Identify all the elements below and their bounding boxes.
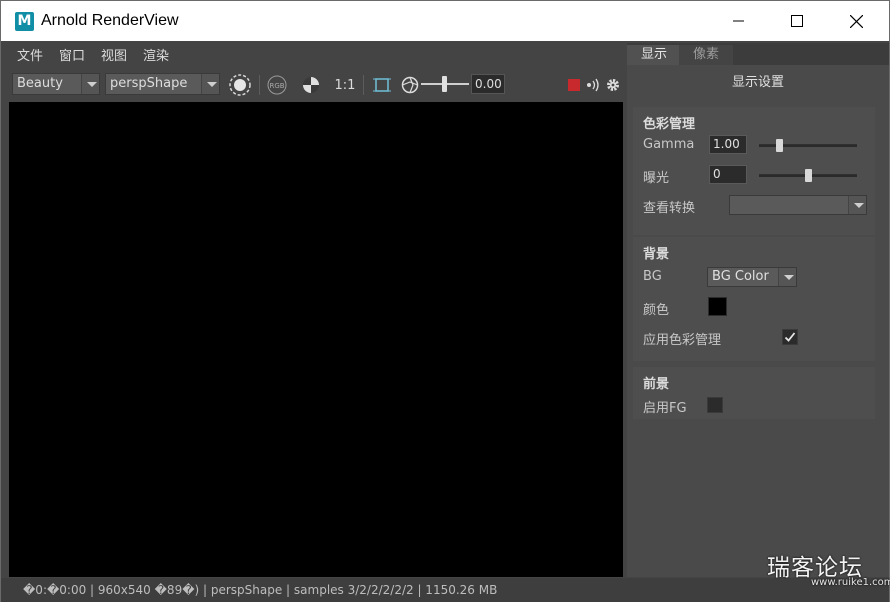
bg-color-label: 颜色 [643, 303, 670, 318]
menu-window[interactable]: 窗口 [51, 45, 93, 64]
display-settings-panel: 显示 像素 显示设置 色彩管理 Gamma 1.00 曝光 0 查看转换 背景 … [627, 43, 889, 577]
exposure-slider-handle[interactable] [805, 169, 812, 182]
gamma-field[interactable]: 1.00 [709, 135, 747, 154]
checkmark-icon [784, 332, 796, 342]
tab-display[interactable]: 显示 [627, 45, 682, 65]
gamma-slider-handle[interactable] [775, 139, 783, 152]
rgb-channel-icon: RGB [267, 75, 287, 95]
menu-view[interactable]: 视图 [93, 45, 135, 64]
panel-content: 显示设置 色彩管理 Gamma 1.00 曝光 0 查看转换 背景 BG BG … [627, 65, 889, 577]
status-bar: �0:�0:00 | 960x540 �89�) | perspShape | … [1, 578, 889, 602]
enable-fg-checkbox[interactable] [707, 397, 723, 413]
aperture-icon [401, 76, 419, 94]
gear-icon [607, 79, 619, 91]
exposure-field[interactable]: 0 [709, 165, 747, 184]
view-transform-label: 查看转换 [643, 201, 696, 216]
view-transform-dropdown[interactable] [729, 195, 867, 215]
minimize-icon [733, 20, 744, 22]
panel-tabs: 显示 像素 [627, 43, 889, 65]
render-viewport[interactable] [9, 102, 623, 577]
aov-dropdown[interactable]: Beauty [12, 73, 100, 95]
toolbar-divider [363, 75, 364, 95]
foreground-header: 前景 [643, 377, 670, 392]
title-bar[interactable]: M Arnold RenderView [1, 1, 889, 41]
checker-bg-button[interactable] [298, 72, 324, 98]
minimize-button[interactable] [710, 1, 768, 41]
crop-region-button[interactable] [369, 72, 395, 98]
camera-dropdown[interactable]: perspShape [105, 73, 220, 95]
chevron-down-icon [848, 196, 866, 214]
exposure-label: 曝光 [643, 171, 670, 186]
maximize-icon [791, 15, 803, 27]
rgb-channel-button[interactable]: RGB [264, 72, 290, 98]
color-management-header: 色彩管理 [643, 117, 696, 132]
watermark: 瑞客论坛 www.ruike1.com [767, 548, 890, 588]
apply-color-management-label: 应用色彩管理 [643, 333, 722, 348]
chevron-down-icon [201, 74, 219, 94]
render-toolbar: Beauty perspShape RGB 1:1 0.00 [1, 69, 625, 101]
chevron-down-icon [81, 74, 99, 94]
settings-button[interactable] [600, 72, 626, 98]
maximize-button[interactable] [768, 1, 826, 41]
background-group: 背景 BG BG Color 颜色 应用色彩管理 [633, 237, 875, 361]
crop-region-icon [373, 78, 391, 92]
gamma-label: Gamma [643, 137, 695, 152]
background-header: 背景 [643, 247, 670, 262]
window-title: Arnold RenderView [41, 12, 179, 29]
bg-mode-value: BG Color [712, 269, 769, 284]
close-icon [849, 14, 863, 28]
render-circle-icon [229, 74, 251, 96]
close-button[interactable] [827, 1, 885, 41]
foreground-group: 前景 启用FG [633, 367, 875, 419]
stop-icon [568, 79, 580, 91]
bg-mode-dropdown[interactable]: BG Color [707, 267, 797, 287]
gamma-slider-track[interactable] [759, 144, 857, 147]
exposure-value-field[interactable]: 0.00 [471, 74, 505, 94]
panel-title: 显示设置 [731, 75, 784, 90]
watermark-url: www.ruike1.com [811, 577, 890, 588]
status-text: �0:�0:00 | 960x540 �89�) | perspShape | … [23, 583, 498, 597]
bg-label: BG [643, 269, 662, 284]
exposure-slider-handle[interactable] [442, 76, 447, 92]
chevron-down-icon [778, 268, 796, 286]
bg-color-swatch[interactable] [708, 297, 727, 316]
arnold-renderview-window: M Arnold RenderView 文件 窗口 视图 渲染 Beauty p… [0, 0, 890, 602]
exposure-button[interactable] [397, 72, 423, 98]
menu-file[interactable]: 文件 [9, 45, 51, 64]
menu-bar: 文件 窗口 视图 渲染 [1, 41, 625, 67]
color-management-group: 色彩管理 Gamma 1.00 曝光 0 查看转换 [633, 107, 875, 235]
checker-circle-icon [303, 77, 319, 93]
render-button[interactable] [227, 72, 253, 98]
rgb-channel-label: RGB [269, 82, 284, 90]
tab-pixel[interactable]: 像素 [679, 45, 734, 65]
maya-logo-icon: M [15, 12, 34, 31]
enable-fg-label: 启用FG [643, 401, 687, 416]
camera-dropdown-value: perspShape [110, 76, 188, 91]
menu-render[interactable]: 渲染 [135, 45, 177, 64]
aov-dropdown-value: Beauty [17, 76, 63, 91]
toolbar-divider [259, 75, 260, 95]
apply-color-management-checkbox[interactable] [782, 329, 798, 345]
ratio-button[interactable]: 1:1 [332, 72, 358, 98]
